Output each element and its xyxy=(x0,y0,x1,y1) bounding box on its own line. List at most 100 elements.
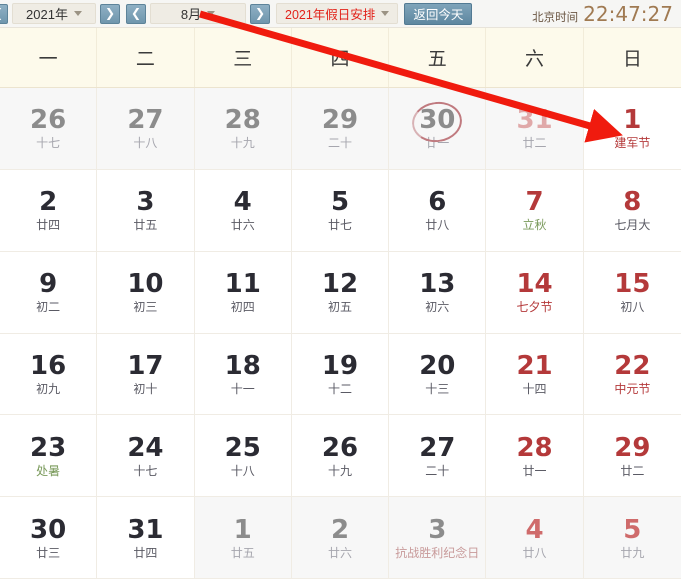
day-cell[interactable]: 23 处暑 xyxy=(0,415,98,498)
day-number: 28 xyxy=(516,432,553,463)
day-number: 21 xyxy=(516,350,553,381)
day-cell[interactable]: 31 廿四 xyxy=(97,497,195,579)
day-lunar-label: 抗战胜利纪念日 xyxy=(395,545,480,560)
day-cell[interactable]: 6 廿八 xyxy=(389,169,487,252)
weekday-0: 一 xyxy=(0,28,98,87)
day-lunar-label: 十八 xyxy=(230,463,255,478)
day-lunar-label: 十七 xyxy=(133,463,158,478)
day-number: 3 xyxy=(428,514,447,545)
day-lunar-label: 廿八 xyxy=(522,545,547,560)
day-cell[interactable]: 3 抗战胜利纪念日 xyxy=(389,497,487,579)
day-cell[interactable]: 5 廿七 xyxy=(291,169,390,252)
day-lunar-label: 初三 xyxy=(133,300,158,315)
day-number: 1 xyxy=(623,105,642,136)
day-number: 24 xyxy=(127,432,164,463)
day-cell[interactable]: 18 十一 xyxy=(194,333,292,416)
day-cell[interactable]: 1 廿五 xyxy=(194,497,292,579)
day-cell[interactable]: 30 廿三 xyxy=(0,497,98,579)
day-number: 6 xyxy=(428,187,447,218)
day-cell[interactable]: 10 初三 xyxy=(97,251,195,334)
day-lunar-label: 廿四 xyxy=(36,218,61,233)
day-lunar-label: 廿八 xyxy=(425,218,450,233)
day-cell[interactable]: 2 廿六 xyxy=(291,497,390,579)
day-number: 1 xyxy=(233,514,252,545)
prev-year-button[interactable]: ❮ xyxy=(0,3,8,24)
next-year-button[interactable]: ❯ xyxy=(100,3,120,24)
year-select[interactable]: 2021年 xyxy=(12,3,96,24)
day-cell[interactable]: 15 初八 xyxy=(583,251,681,334)
day-cell[interactable]: 20 十三 xyxy=(389,333,487,416)
day-lunar-label: 十九 xyxy=(230,136,255,151)
day-lunar-label: 二十 xyxy=(327,136,352,151)
day-lunar-label: 廿一 xyxy=(522,463,547,478)
day-lunar-label: 初九 xyxy=(36,381,61,396)
beijing-clock: 北京时间 22:47:27 xyxy=(532,2,673,26)
day-number: 20 xyxy=(419,350,456,381)
holiday-schedule-select[interactable]: 2021年假日安排 xyxy=(276,3,399,24)
day-cell[interactable]: 4 廿八 xyxy=(486,497,584,579)
day-cell[interactable]: 16 初九 xyxy=(0,333,98,416)
day-cell[interactable]: 17 初十 xyxy=(97,333,195,416)
day-cell[interactable]: 30 廿一 xyxy=(389,88,487,170)
day-number: 26 xyxy=(30,105,67,136)
day-cell[interactable]: 14 七夕节 xyxy=(486,251,584,334)
day-lunar-label: 七夕节 xyxy=(516,300,553,315)
next-month-button[interactable]: ❯ xyxy=(250,3,270,24)
day-lunar-label: 廿一 xyxy=(425,136,450,151)
day-cell[interactable]: 26 十七 xyxy=(0,88,98,170)
month-select-value: 8月 xyxy=(180,7,202,22)
day-cell[interactable]: 12 初五 xyxy=(291,251,390,334)
day-lunar-label: 廿六 xyxy=(327,545,352,560)
clock-label: 北京时间 xyxy=(532,11,579,24)
day-cell[interactable]: 24 十七 xyxy=(97,415,195,498)
day-cell[interactable]: 1 建军节 xyxy=(583,88,681,170)
chevron-down-icon xyxy=(207,11,216,16)
day-lunar-label: 初八 xyxy=(620,300,645,315)
day-lunar-label: 建军节 xyxy=(614,136,651,151)
day-number: 23 xyxy=(30,432,67,463)
day-cell[interactable]: 28 廿一 xyxy=(486,415,584,498)
prev-month-button[interactable]: ❮ xyxy=(126,3,146,24)
day-cell[interactable]: 25 十八 xyxy=(194,415,292,498)
day-cell[interactable]: 5 廿九 xyxy=(583,497,681,579)
day-cell[interactable]: 27 十八 xyxy=(97,88,195,170)
day-cell[interactable]: 13 初六 xyxy=(389,251,487,334)
day-lunar-label: 初五 xyxy=(327,300,352,315)
calendar-toolbar: ❮ 2021年 ❯ ❮ 8月 ❯ 2021年假日安排 返回今天 北京时间 22:… xyxy=(0,0,681,28)
day-lunar-label: 初二 xyxy=(36,300,61,315)
day-lunar-label: 廿七 xyxy=(327,218,352,233)
day-number: 7 xyxy=(525,187,544,218)
day-number: 28 xyxy=(224,105,261,136)
day-lunar-label: 廿五 xyxy=(230,545,255,560)
day-lunar-label: 廿二 xyxy=(620,463,645,478)
day-cell[interactable]: 11 初四 xyxy=(194,251,292,334)
day-cell[interactable]: 29 廿二 xyxy=(583,415,681,498)
day-number: 17 xyxy=(127,350,164,381)
day-number: 30 xyxy=(419,105,456,136)
day-cell[interactable]: 19 十二 xyxy=(291,333,390,416)
day-lunar-label: 十一 xyxy=(230,381,255,396)
day-number: 18 xyxy=(224,350,261,381)
day-cell[interactable]: 2 廿四 xyxy=(0,169,98,252)
back-to-today-label: 返回今天 xyxy=(413,8,464,22)
day-cell[interactable]: 9 初二 xyxy=(0,251,98,334)
day-lunar-label: 十三 xyxy=(425,381,450,396)
weekday-1: 二 xyxy=(97,28,195,87)
day-cell[interactable]: 31 廿二 xyxy=(486,88,584,170)
day-cell[interactable]: 22 中元节 xyxy=(583,333,681,416)
day-cell[interactable]: 3 廿五 xyxy=(97,169,195,252)
month-select[interactable]: 8月 xyxy=(150,3,246,24)
day-cell[interactable]: 4 廿六 xyxy=(194,169,292,252)
day-number: 31 xyxy=(127,514,164,545)
day-cell[interactable]: 8 七月大 xyxy=(583,169,681,252)
day-cell[interactable]: 7 立秋 xyxy=(486,169,584,252)
day-number: 22 xyxy=(614,350,651,381)
day-number: 4 xyxy=(525,514,544,545)
day-number: 5 xyxy=(330,187,350,218)
day-cell[interactable]: 28 十九 xyxy=(194,88,292,170)
day-cell[interactable]: 26 十九 xyxy=(291,415,390,498)
back-to-today-button[interactable]: 返回今天 xyxy=(404,2,473,25)
day-cell[interactable]: 27 二十 xyxy=(389,415,487,498)
day-cell[interactable]: 29 二十 xyxy=(291,88,390,170)
day-cell[interactable]: 21 十四 xyxy=(486,333,584,416)
